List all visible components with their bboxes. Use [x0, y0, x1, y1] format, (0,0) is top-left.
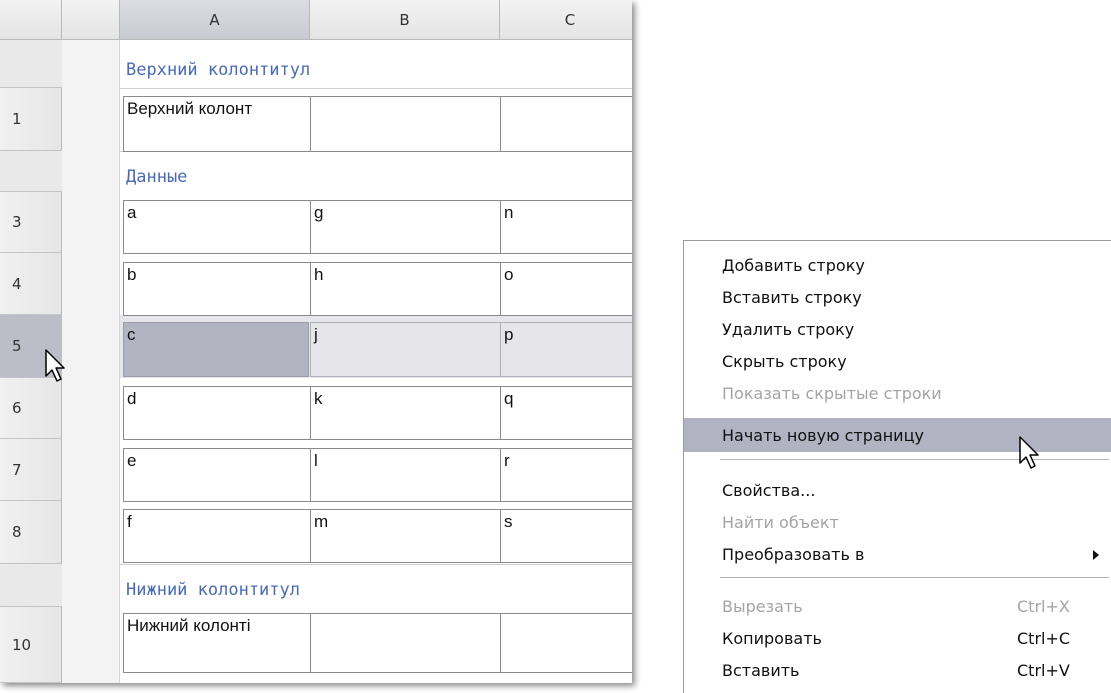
shortcut-cut: Ctrl+X	[1017, 597, 1070, 616]
cell-c7[interactable]: r	[500, 448, 632, 502]
arrow-cursor-icon	[45, 349, 65, 382]
menu-item-add-row[interactable]: Добавить строку	[684, 250, 1111, 281]
band-title-footer[interactable]: Нижний колонтитул	[126, 580, 300, 600]
row-header-band-header[interactable]	[0, 40, 62, 88]
cell-a1[interactable]: Верхний колонт	[123, 96, 311, 152]
cell-a8[interactable]: f	[123, 509, 311, 563]
cell-b6[interactable]: k	[310, 386, 501, 440]
band-divider	[120, 564, 632, 565]
menu-item-paste[interactable]: Вставить Ctrl+V	[684, 655, 1111, 686]
cell-c8[interactable]: s	[500, 509, 632, 563]
cell-b8[interactable]: m	[310, 509, 501, 563]
column-header-a[interactable]: A	[120, 0, 310, 40]
band-title-data[interactable]: Данные	[126, 167, 187, 187]
cell-a7[interactable]: e	[123, 448, 311, 502]
spreadsheet-panel: A B C 1 3 4 5 6 7 8 10 Верхний колонтиту…	[0, 0, 632, 683]
cell-c1[interactable]	[500, 96, 632, 152]
cell-a3[interactable]: a	[123, 200, 311, 254]
band-title-header[interactable]: Верхний колонтитул	[126, 60, 310, 80]
context-menu: Добавить строку Вставить строку Удалить …	[683, 240, 1111, 693]
cell-c6[interactable]: q	[500, 386, 632, 440]
row-header-10[interactable]: 10	[0, 607, 62, 683]
menu-item-convert-to[interactable]: Преобразовать в	[684, 539, 1111, 570]
row-header-6[interactable]: 6	[0, 378, 62, 439]
cell-a10[interactable]: Нижний колонті	[123, 613, 311, 673]
gutter-header	[62, 0, 120, 40]
cell-b3[interactable]: g	[310, 200, 501, 254]
cell-b5[interactable]: j	[310, 322, 501, 377]
row-header-4[interactable]: 4	[0, 253, 62, 315]
cell-c3[interactable]: n	[500, 200, 632, 254]
menu-item-show-hidden-rows[interactable]: Показать скрытые строки	[684, 378, 1111, 409]
menu-item-find-object[interactable]: Найти объект	[684, 507, 1111, 538]
column-header-b[interactable]: B	[310, 0, 500, 40]
menu-separator	[720, 577, 1109, 578]
shortcut-paste: Ctrl+V	[1017, 661, 1070, 680]
cell-b1[interactable]	[310, 96, 501, 152]
menu-item-copy[interactable]: Копировать Ctrl+C	[684, 623, 1111, 654]
menu-item-start-new-page[interactable]: Начать новую страницу	[684, 418, 1111, 452]
row-header-band-footer[interactable]	[0, 564, 62, 607]
row-header-8[interactable]: 8	[0, 501, 62, 564]
row-header-band-data[interactable]	[0, 151, 62, 192]
row-header-3[interactable]: 3	[0, 192, 62, 253]
menu-item-delete-row[interactable]: Удалить строку	[684, 314, 1111, 345]
cell-b4[interactable]: h	[310, 262, 501, 316]
cell-a5[interactable]: c	[123, 322, 309, 377]
cell-a4[interactable]: b	[123, 262, 311, 316]
cell-b7[interactable]: l	[310, 448, 501, 502]
cell-c4[interactable]: o	[500, 262, 632, 316]
shortcut-copy: Ctrl+C	[1017, 629, 1071, 648]
row-header-7[interactable]: 7	[0, 439, 62, 501]
cell-c10[interactable]	[500, 613, 632, 673]
menu-item-insert-row[interactable]: Вставить строку	[684, 282, 1111, 313]
row-header-1[interactable]: 1	[0, 88, 62, 151]
arrow-cursor-icon	[1019, 436, 1039, 469]
column-header-c[interactable]: C	[500, 0, 632, 40]
corner-header[interactable]	[0, 0, 62, 40]
cell-b10[interactable]	[310, 613, 501, 673]
submenu-arrow-icon	[1093, 549, 1099, 560]
cell-a6[interactable]: d	[123, 386, 311, 440]
band-gutter	[62, 40, 120, 683]
menu-item-cut[interactable]: Вырезать Ctrl+X	[684, 591, 1111, 622]
menu-item-hide-row[interactable]: Скрыть строку	[684, 346, 1111, 377]
cell-c5[interactable]: p	[500, 322, 632, 377]
menu-item-properties[interactable]: Свойства...	[684, 475, 1111, 506]
band-divider	[120, 88, 632, 89]
menu-separator	[720, 459, 1109, 460]
